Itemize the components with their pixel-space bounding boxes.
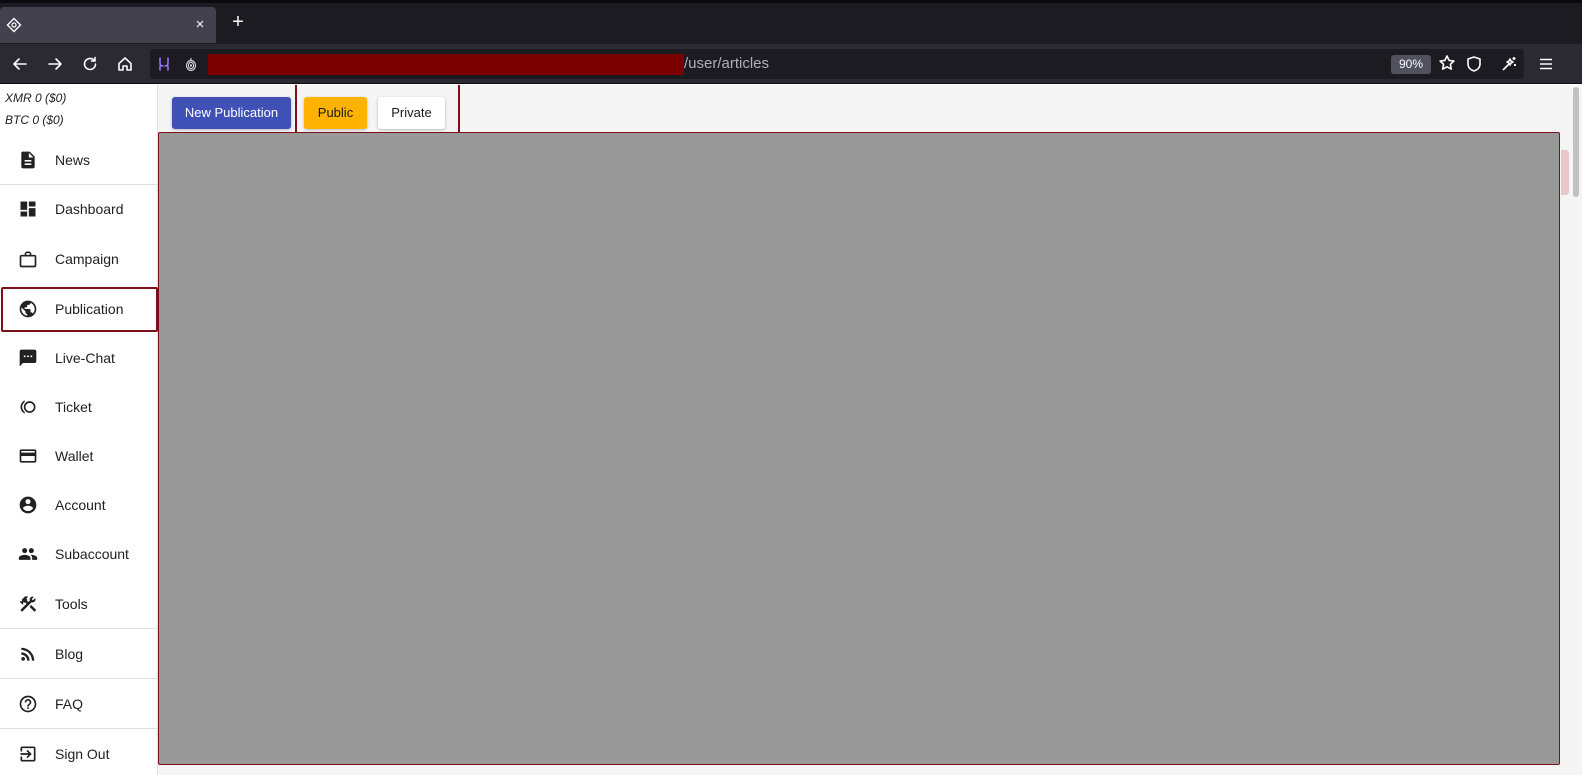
new-publication-button[interactable]: New Publication — [172, 97, 291, 129]
sign-out-icon — [18, 744, 38, 764]
sidebar-item-label: Account — [55, 497, 106, 513]
reload-icon[interactable] — [78, 52, 102, 76]
credit-card-icon — [18, 446, 38, 466]
sidebar-item-news[interactable]: News — [0, 137, 158, 183]
url-bar[interactable]: /user/articles 90% — [150, 49, 1524, 79]
content-edge-stub — [1561, 150, 1569, 195]
globe-icon — [18, 299, 38, 319]
private-filter-button[interactable]: Private — [378, 97, 445, 129]
sidebar-item-label: FAQ — [55, 696, 84, 712]
page-scrollbar[interactable] — [1570, 85, 1582, 775]
sidebar-divider — [0, 628, 158, 629]
onion-icon[interactable] — [183, 56, 199, 72]
btc-balance: BTC 0 ($0) — [5, 113, 64, 127]
browser-tab-strip: × + — [0, 0, 1582, 44]
publication-content-placeholder — [158, 132, 1560, 765]
browser-tab[interactable]: × — [0, 7, 216, 43]
sidebar-item-publication[interactable]: Publication — [0, 286, 158, 332]
news-icon — [18, 150, 38, 170]
briefcase-icon — [18, 249, 38, 269]
scrollbar-thumb[interactable] — [1573, 87, 1579, 197]
public-filter-button[interactable]: Public — [304, 97, 367, 129]
sidebar-item-campaign[interactable]: Campaign — [0, 236, 158, 282]
people-icon — [18, 544, 38, 564]
sidebar-item-blog[interactable]: Blog — [0, 631, 158, 677]
sidebar-item-label: Dashboard — [55, 201, 124, 217]
sidebar-item-ticket[interactable]: Ticket — [0, 384, 158, 430]
tools-icon — [18, 594, 38, 614]
rss-icon — [18, 644, 38, 664]
menu-icon[interactable] — [1537, 55, 1557, 75]
shield-icon[interactable] — [1465, 55, 1485, 75]
extensions-icon[interactable] — [1500, 55, 1520, 75]
sidebar-item-dashboard[interactable]: Dashboard — [0, 186, 158, 232]
back-arrow-icon[interactable] — [8, 52, 32, 76]
bookmark-star-icon[interactable] — [1438, 54, 1458, 74]
sidebar-item-label: Publication — [55, 301, 124, 317]
sidebar-divider — [0, 678, 158, 679]
url-path[interactable]: /user/articles — [684, 55, 769, 73]
main-content: New Publication Public Private — [158, 85, 1582, 775]
browser-nav-bar: /user/articles 90% — [0, 44, 1582, 84]
sidebar-divider — [0, 728, 158, 729]
sidebar-item-label: Sign Out — [55, 746, 110, 762]
sidebar-item-tools[interactable]: Tools — [0, 581, 158, 627]
sidebar-item-wallet[interactable]: Wallet — [0, 433, 158, 479]
zoom-level-button[interactable]: 90% — [1391, 55, 1431, 74]
sidebar-item-label: Blog — [55, 646, 84, 662]
sidebar-item-live-chat[interactable]: Live-Chat — [0, 335, 158, 381]
sidebar-divider — [0, 184, 158, 185]
sidebar-item-label: Live-Chat — [55, 350, 115, 366]
new-tab-button[interactable]: + — [229, 11, 247, 33]
sidebar-item-subaccount[interactable]: Subaccount — [0, 531, 158, 577]
sidebar-item-label: Subaccount — [55, 546, 129, 562]
dashboard-icon — [18, 199, 38, 219]
sidebar: XMR 0 ($0) BTC 0 ($0) News Dashboard Cam… — [0, 85, 158, 775]
sidebar-item-sign-out[interactable]: Sign Out — [0, 731, 158, 775]
tracking-protection-icon[interactable] — [156, 56, 172, 72]
sidebar-item-account[interactable]: Account — [0, 482, 158, 528]
tab-favicon-icon — [6, 17, 22, 33]
tab-close-icon[interactable]: × — [193, 15, 207, 35]
account-circle-icon — [18, 495, 38, 515]
sidebar-item-label: Tools — [55, 596, 88, 612]
redacted-domain — [208, 54, 684, 75]
forward-arrow-icon[interactable] — [43, 52, 67, 76]
xmr-balance: XMR 0 ($0) — [5, 91, 67, 105]
ticket-icon — [18, 397, 38, 417]
chat-icon — [18, 348, 38, 368]
help-circle-icon — [18, 694, 38, 714]
page-viewport: XMR 0 ($0) BTC 0 ($0) News Dashboard Cam… — [0, 85, 1582, 775]
sidebar-item-label: Wallet — [55, 448, 94, 464]
home-icon[interactable] — [113, 52, 137, 76]
sidebar-item-faq[interactable]: FAQ — [0, 681, 158, 727]
sidebar-item-label: Ticket — [55, 399, 92, 415]
sidebar-item-label: News — [55, 152, 91, 168]
sidebar-item-label: Campaign — [55, 251, 119, 267]
